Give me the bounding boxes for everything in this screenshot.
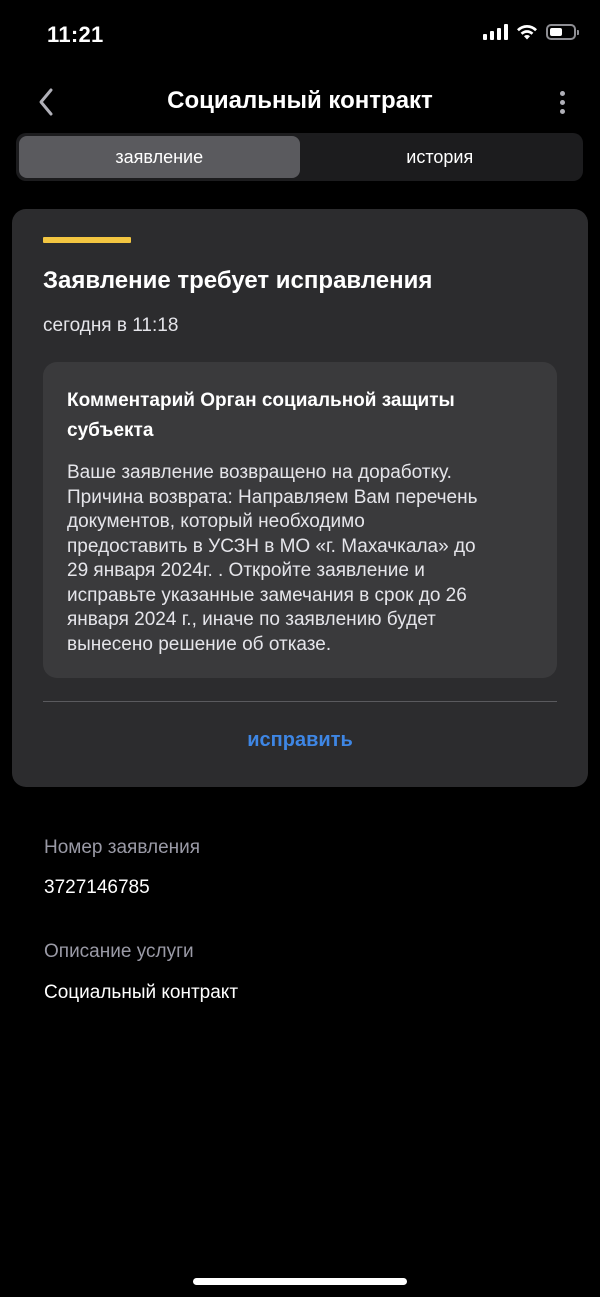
service-description-label: Описание услуги <box>44 941 194 962</box>
comment-body-line: предоставить в УСЗН в МО «г. Махачкала» … <box>67 535 476 557</box>
comment-body-line: вынесено решение об отказе. <box>67 633 332 655</box>
comment-body-line: Ваше заявление возвращено на доработку. <box>67 462 452 483</box>
comment-body-line: 29 января 2024г. . Откройте заявление и <box>67 560 425 581</box>
comment-body-line: документов, который необходимо <box>67 511 365 532</box>
application-number: 3727146785 <box>44 877 150 898</box>
comment-heading-line: субъекта <box>67 420 154 441</box>
status-bar: 11:21 <box>0 0 600 70</box>
comment-heading: Комментарий Орган социальной защиты субъ… <box>67 386 533 446</box>
nav-header: Социальный контракт <box>0 78 600 126</box>
application-number-label: Номер заявления <box>44 837 201 858</box>
home-indicator[interactable] <box>193 1278 407 1285</box>
tab-application[interactable]: заявление <box>19 136 300 178</box>
tab-bar: заявление история <box>16 133 583 181</box>
comment-body-line: исправьте указанные замечания в срок до … <box>67 584 467 606</box>
comment-box: Комментарий Орган социальной защиты субъ… <box>43 362 557 678</box>
status-time: 11:21 <box>47 22 104 47</box>
page-title: Социальный контракт <box>167 87 433 114</box>
divider <box>43 701 557 702</box>
status-date: сегодня в 11:18 <box>43 315 179 336</box>
more-vertical-icon <box>559 90 565 96</box>
tab-history[interactable]: история <box>300 136 581 178</box>
comment-body: Ваше заявление возвращено на доработку. … <box>67 461 533 657</box>
status-card: Заявление требует исправления сегодня в … <box>12 209 588 787</box>
wifi-icon <box>517 24 537 40</box>
cellular-signal-icon <box>483 24 508 40</box>
service-description: Социальный контракт <box>44 982 239 1003</box>
fix-application-button[interactable]: исправить <box>43 729 557 759</box>
status-accent-bar <box>43 237 131 243</box>
battery-icon <box>546 24 579 40</box>
comment-heading-line: Комментарий Орган социальной защиты <box>67 390 455 411</box>
comment-body-line: Причина возврата: Направляем Вам перечен… <box>67 486 478 508</box>
status-icons <box>483 24 579 40</box>
status-title: Заявление требует исправления <box>43 267 433 294</box>
comment-body-line: января 2024 г., иначе по заявлению будет <box>67 609 436 630</box>
more-options-button[interactable] <box>550 84 574 120</box>
